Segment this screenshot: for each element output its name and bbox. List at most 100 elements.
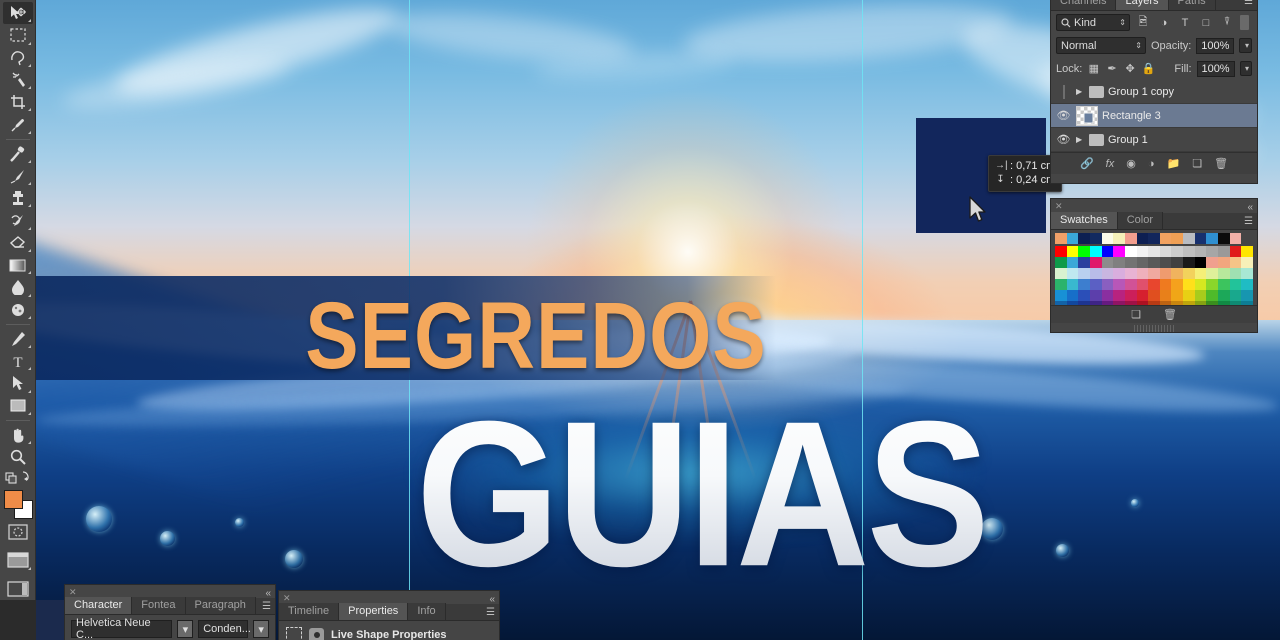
font-style-dropdown-arrow[interactable]: ▾ [253, 620, 270, 638]
swatch-cell[interactable] [1113, 290, 1125, 301]
lock-transparency-icon[interactable]: ▦ [1087, 61, 1100, 77]
swatch-cell[interactable] [1171, 290, 1184, 301]
swatch-cell[interactable] [1148, 268, 1160, 279]
swatch-cell[interactable] [1241, 279, 1253, 290]
fill-value[interactable]: 100% [1196, 60, 1235, 77]
swatch-cell[interactable] [1171, 268, 1184, 279]
swatch-cell[interactable] [1055, 246, 1067, 257]
panel-menu-icon[interactable]: ☰ [262, 601, 271, 612]
swatch-cell[interactable] [1206, 279, 1219, 290]
character-panel-tabbar[interactable]: Character Fontea Paragraph ☰ [65, 597, 275, 615]
swatch-cell[interactable] [1136, 279, 1149, 290]
swatch-cell[interactable] [1206, 246, 1219, 257]
swatch-cell[interactable] [1206, 290, 1219, 301]
swatch-cell[interactable] [1159, 279, 1172, 290]
swatches-panel[interactable]: ✕ « Swatches Color ☰ ❏ 🗑 [1050, 198, 1258, 333]
swatches-panel-tabbar[interactable]: Swatches Color ☰ [1051, 212, 1257, 230]
swatch-cell[interactable] [1136, 246, 1149, 257]
swatch-cell[interactable] [1089, 290, 1102, 301]
tab-timeline[interactable]: Timeline [279, 603, 340, 620]
disclosure-triangle-icon[interactable]: ▶ [1076, 87, 1085, 96]
swatch-cell[interactable] [1194, 246, 1207, 257]
blend-mode-row[interactable]: Normal ⇕ Opacity: 100% ▾ [1051, 34, 1257, 57]
layer-filter-row[interactable]: Kind ⇕ 🖻 ◑ T □ ⍒ [1051, 11, 1257, 34]
lasso-tool[interactable] [3, 47, 33, 69]
shape-fill-icon[interactable] [309, 627, 324, 640]
swatch-cell[interactable] [1148, 233, 1160, 244]
layer-name[interactable]: Group 1 copy [1108, 86, 1174, 98]
default-colors-button[interactable] [3, 468, 33, 485]
swatch-cell[interactable] [1194, 257, 1207, 268]
swatch-cell[interactable] [1055, 233, 1067, 244]
new-group-icon[interactable]: 📁 [1166, 157, 1180, 170]
swatch-cell[interactable] [1194, 268, 1207, 279]
swatch-cell[interactable] [1136, 233, 1149, 244]
swatch-cell[interactable] [1229, 257, 1242, 268]
layer-visibility-toggle[interactable]: 👁 [1055, 133, 1072, 146]
crop-tool[interactable] [3, 91, 33, 113]
type-tool[interactable]: T [3, 350, 33, 372]
lock-all-icon[interactable]: 🔒 [1142, 61, 1156, 77]
swatch-cell[interactable] [1183, 268, 1195, 279]
opacity-slider-button[interactable]: ▾ [1239, 38, 1252, 53]
eraser-tool[interactable] [3, 232, 33, 254]
pen-tool[interactable] [3, 328, 33, 350]
swatch-cell[interactable] [1113, 233, 1125, 244]
tab-properties[interactable]: Properties [339, 603, 409, 620]
swatch-cell[interactable] [1078, 233, 1090, 244]
swatch-cell[interactable] [1148, 246, 1160, 257]
swatch-cell[interactable] [1124, 257, 1137, 268]
tab-channels[interactable]: Channels [1051, 0, 1117, 10]
swatch-cell[interactable] [1206, 268, 1219, 279]
color-swatches[interactable] [3, 489, 33, 520]
swatch-cell[interactable] [1241, 290, 1253, 301]
link-layers-icon[interactable]: 🔗 [1080, 157, 1094, 170]
swatch-cell[interactable] [1113, 246, 1125, 257]
properties-panel-tabbar[interactable]: Timeline Properties Info ☰ [279, 603, 499, 621]
swatch-cell[interactable] [1078, 268, 1090, 279]
swatch-cell[interactable] [1218, 257, 1230, 268]
tab-paths[interactable]: Paths [1168, 0, 1216, 10]
screen-mode-button[interactable] [3, 549, 33, 571]
swatch-cell[interactable] [1171, 279, 1184, 290]
lock-position-icon[interactable]: ✥ [1124, 61, 1137, 77]
swatch-cell[interactable] [1101, 279, 1114, 290]
layers-panel-footer[interactable]: 🔗 fx ◉ ◑ 📁 ❏ 🗑 [1051, 152, 1257, 174]
hand-tool[interactable] [3, 424, 33, 446]
font-style-field[interactable]: Conden... [198, 620, 251, 638]
layers-panel[interactable]: Channels Layers Paths ☰ Kind ⇕ 🖻 ◑ T □ ⍒… [1050, 0, 1258, 184]
close-icon[interactable]: ✕ [1055, 201, 1063, 212]
layer-name[interactable]: Rectangle 3 [1102, 110, 1161, 122]
swatch-cell[interactable] [1241, 268, 1253, 279]
swatch-cell[interactable] [1066, 279, 1079, 290]
panel-menu-icon[interactable]: ☰ [486, 607, 495, 618]
swatch-cell[interactable] [1229, 268, 1242, 279]
swatch-cell[interactable] [1055, 279, 1067, 290]
spot-healing-brush-tool[interactable] [3, 143, 33, 165]
swatch-cell[interactable] [1089, 246, 1102, 257]
swatch-cell[interactable] [1241, 257, 1253, 268]
swatch-cell[interactable] [1136, 268, 1149, 279]
tab-paragraph[interactable]: Paragraph [185, 597, 256, 614]
swatch-cell[interactable] [1089, 233, 1102, 244]
clone-stamp-tool[interactable] [3, 187, 33, 209]
new-layer-icon[interactable]: ❏ [1192, 157, 1202, 170]
swatch-cell[interactable] [1124, 246, 1137, 257]
swatch-cell[interactable] [1183, 257, 1195, 268]
tab-layers[interactable]: Layers [1116, 0, 1169, 10]
swatch-cell[interactable] [1159, 257, 1172, 268]
swatch-cell[interactable] [1229, 246, 1242, 257]
swatch-cell[interactable] [1124, 268, 1137, 279]
swatch-cell[interactable] [1136, 290, 1149, 301]
gradient-tool[interactable] [3, 254, 33, 276]
table-row[interactable]: 👁 Rectangle 3 [1051, 104, 1257, 128]
lock-image-icon[interactable]: ✒ [1105, 61, 1118, 77]
rectangle-shape-tool[interactable] [3, 395, 33, 417]
screen-mode-alt-button[interactable] [3, 578, 33, 600]
tab-fontea[interactable]: Fontea [132, 597, 186, 614]
swatch-cell[interactable] [1089, 279, 1102, 290]
swatch-cell[interactable] [1078, 279, 1090, 290]
swatch-cell[interactable] [1089, 257, 1102, 268]
swatch-cell[interactable] [1066, 290, 1079, 301]
swatch-cell[interactable] [1055, 268, 1067, 279]
